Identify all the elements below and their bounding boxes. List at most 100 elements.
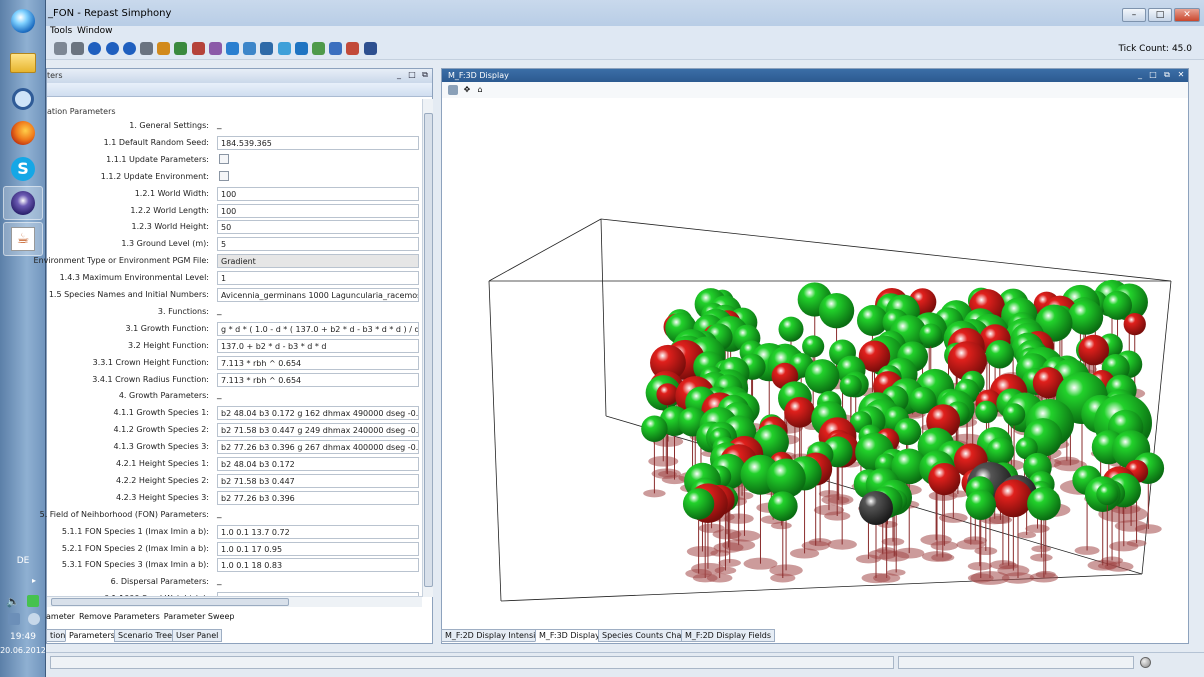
parameter-input[interactable]: b2 48.04 b3 0.172 g 162 dhmax 490000 dse…: [217, 406, 419, 421]
panel-minimize-icon[interactable]: _: [394, 70, 404, 80]
tree-crown-green: [767, 491, 798, 522]
clock-time[interactable]: 19:49: [0, 632, 46, 642]
battery-icon[interactable]: [27, 595, 39, 607]
parameter-input[interactable]: 137.0 + b2 * d - b3 * d * d: [217, 338, 419, 353]
toolbar: [46, 38, 1204, 60]
image-icon[interactable]: [312, 42, 325, 55]
truck-icon[interactable]: [363, 42, 377, 55]
panel-restore-icon[interactable]: ⧉: [1162, 70, 1172, 80]
parameter-label: 4.1.1 Growth Species 1:: [113, 408, 209, 418]
tray-expand-icon[interactable]: ▸: [32, 576, 36, 585]
person-icon[interactable]: [294, 42, 308, 55]
language-indicator[interactable]: DE: [0, 556, 46, 566]
save-icon[interactable]: [54, 42, 67, 55]
parameter-row: 1.5 Species Names and Initial Numbers: Av…: [47, 288, 422, 303]
firefox-icon[interactable]: [3, 116, 43, 150]
parameter-input[interactable]: 1.0 0.1 18 0.83: [217, 558, 419, 573]
parameter-input[interactable]: 5: [217, 237, 419, 252]
panel-close-icon[interactable]: ✕: [1176, 70, 1186, 80]
scroll-thumb[interactable]: [51, 598, 289, 606]
screen-icon[interactable]: [260, 42, 274, 55]
parameter-input[interactable]: b2 77.26 b3 0.396 g 267 dhmax 400000 dse…: [217, 440, 419, 455]
settings-icon[interactable]: [243, 42, 257, 55]
chart-icon[interactable]: [174, 42, 188, 55]
add-parameter-button[interactable]: ameter: [46, 612, 75, 621]
parameter-input[interactable]: b2 77.26 b3 0.396: [217, 490, 419, 505]
parameter-checkbox[interactable]: [219, 170, 229, 181]
parameter-row: 4.2.1 Height Species 1: b2 48.04 b3 0.172: [47, 457, 422, 472]
display-panel-header: M_F:3D Display _ □ ⧉ ✕: [442, 69, 1188, 82]
skype-icon[interactable]: S: [3, 152, 43, 186]
parameter-input[interactable]: b2 48.04 b3 0.172: [217, 457, 419, 471]
panel-maximize-icon[interactable]: □: [1148, 70, 1158, 80]
menu-tools[interactable]: Tools: [50, 26, 72, 36]
stop-icon[interactable]: [122, 42, 136, 55]
parameter-input[interactable]: Gradient: [217, 254, 419, 269]
doc-icon[interactable]: [346, 42, 360, 55]
grid-icon[interactable]: [329, 42, 343, 55]
step-icon[interactable]: [105, 42, 119, 55]
parameters-vertical-scrollbar[interactable]: [422, 99, 433, 597]
parameter-input[interactable]: 1: [217, 271, 419, 286]
minimize-button[interactable]: –: [1122, 8, 1146, 22]
parameter-input[interactable]: 184.539.365: [217, 135, 419, 150]
tab-user-panel[interactable]: User Panel: [172, 629, 223, 642]
parameter-input[interactable]: 100: [217, 186, 419, 201]
close-button[interactable]: ✕: [1174, 8, 1200, 22]
stop-circle-icon[interactable]: [71, 42, 85, 55]
globe-icon[interactable]: [226, 42, 239, 55]
data-icon[interactable]: [157, 42, 171, 55]
parameter-input[interactable]: Avicennia_germinans 1000 Laguncularia_ra…: [217, 288, 419, 302]
3d-scene[interactable]: [442, 98, 1188, 629]
speaker-icon[interactable]: 🔈: [6, 595, 20, 608]
camera-icon[interactable]: [448, 85, 458, 95]
tab-2d-display-intensity[interactable]: M_F:2D Display Intensity: [441, 629, 548, 642]
export-icon[interactable]: [208, 42, 222, 55]
move-icon[interactable]: ✥: [462, 85, 472, 95]
parameter-sweep-button[interactable]: Parameter Sweep: [164, 612, 235, 621]
maximize-button[interactable]: □: [1148, 8, 1172, 22]
java-icon[interactable]: ☕: [3, 222, 43, 256]
parameter-row: 4.1.1 Growth Species 1: b2 48.04 b3 0.172…: [47, 406, 422, 421]
menu-bar: Tools Window: [46, 26, 1204, 38]
folder-icon[interactable]: [3, 46, 43, 80]
tree-crown-green: [682, 488, 715, 520]
tab-scenario-tree[interactable]: Scenario Tree: [114, 629, 176, 642]
tab-2d-display-fields[interactable]: M_F:2D Display Fields: [681, 629, 776, 642]
parameter-input[interactable]: b2 71.58 b3 0.447: [217, 473, 419, 488]
panel-minimize-icon[interactable]: _: [1135, 70, 1145, 80]
parameter-input[interactable]: 100: [217, 203, 419, 218]
panel-maximize-icon[interactable]: □: [407, 70, 417, 80]
reset-icon[interactable]: [140, 42, 153, 55]
clock-date[interactable]: 20.06.2012: [0, 646, 46, 655]
parameter-label: 1.4.3 Maximum Environmental Level:: [59, 273, 209, 283]
eclipse-icon[interactable]: [3, 186, 43, 220]
tab-3d-display[interactable]: M_F:3D Display: [535, 629, 604, 642]
tree-crown-green: [1096, 483, 1119, 506]
parameter-input[interactable]: 1.0 0.1 13.7 0.72: [217, 524, 419, 539]
search-icon[interactable]: [3, 82, 43, 116]
parameter-input[interactable]: 50: [217, 220, 419, 235]
web-icon[interactable]: [277, 42, 291, 55]
scroll-thumb[interactable]: [424, 113, 433, 587]
parameter-input[interactable]: 1.0 0.1 17 0.95: [217, 541, 419, 556]
parameter-input[interactable]: b2 71.58 b3 0.447 g 249 dhmax 240000 dse…: [217, 423, 419, 438]
remove-parameters-button[interactable]: Remove Parameters: [79, 612, 160, 621]
tick-count-value: 45.0: [1171, 44, 1192, 54]
parameter-checkbox[interactable]: [219, 153, 229, 164]
tab-species-counts-chart[interactable]: Species Counts Chart: [598, 629, 692, 642]
network-icon[interactable]: [8, 613, 20, 625]
menu-window[interactable]: Window: [77, 26, 113, 36]
play-icon[interactable]: [88, 42, 102, 55]
parameter-row: 1.2.3 World Height: 50: [47, 220, 422, 235]
start-orb-icon[interactable]: [3, 4, 43, 38]
update-icon[interactable]: [28, 613, 40, 625]
parameter-input[interactable]: 7.113 * rbh ^ 0.654: [217, 372, 419, 387]
parameter-input[interactable]: 7.113 * rbh ^ 0.654: [217, 355, 419, 370]
people-icon[interactable]: [191, 42, 205, 55]
panel-restore-icon[interactable]: ⧉: [420, 70, 430, 80]
parameter-input[interactable]: g * d * ( 1.0 - d * ( 137.0 + b2 * d - b…: [217, 321, 419, 336]
parameters-horizontal-scrollbar[interactable]: [47, 596, 422, 607]
tab-parameters[interactable]: Parameters: [65, 629, 119, 642]
home-icon[interactable]: ⌂: [475, 85, 485, 95]
